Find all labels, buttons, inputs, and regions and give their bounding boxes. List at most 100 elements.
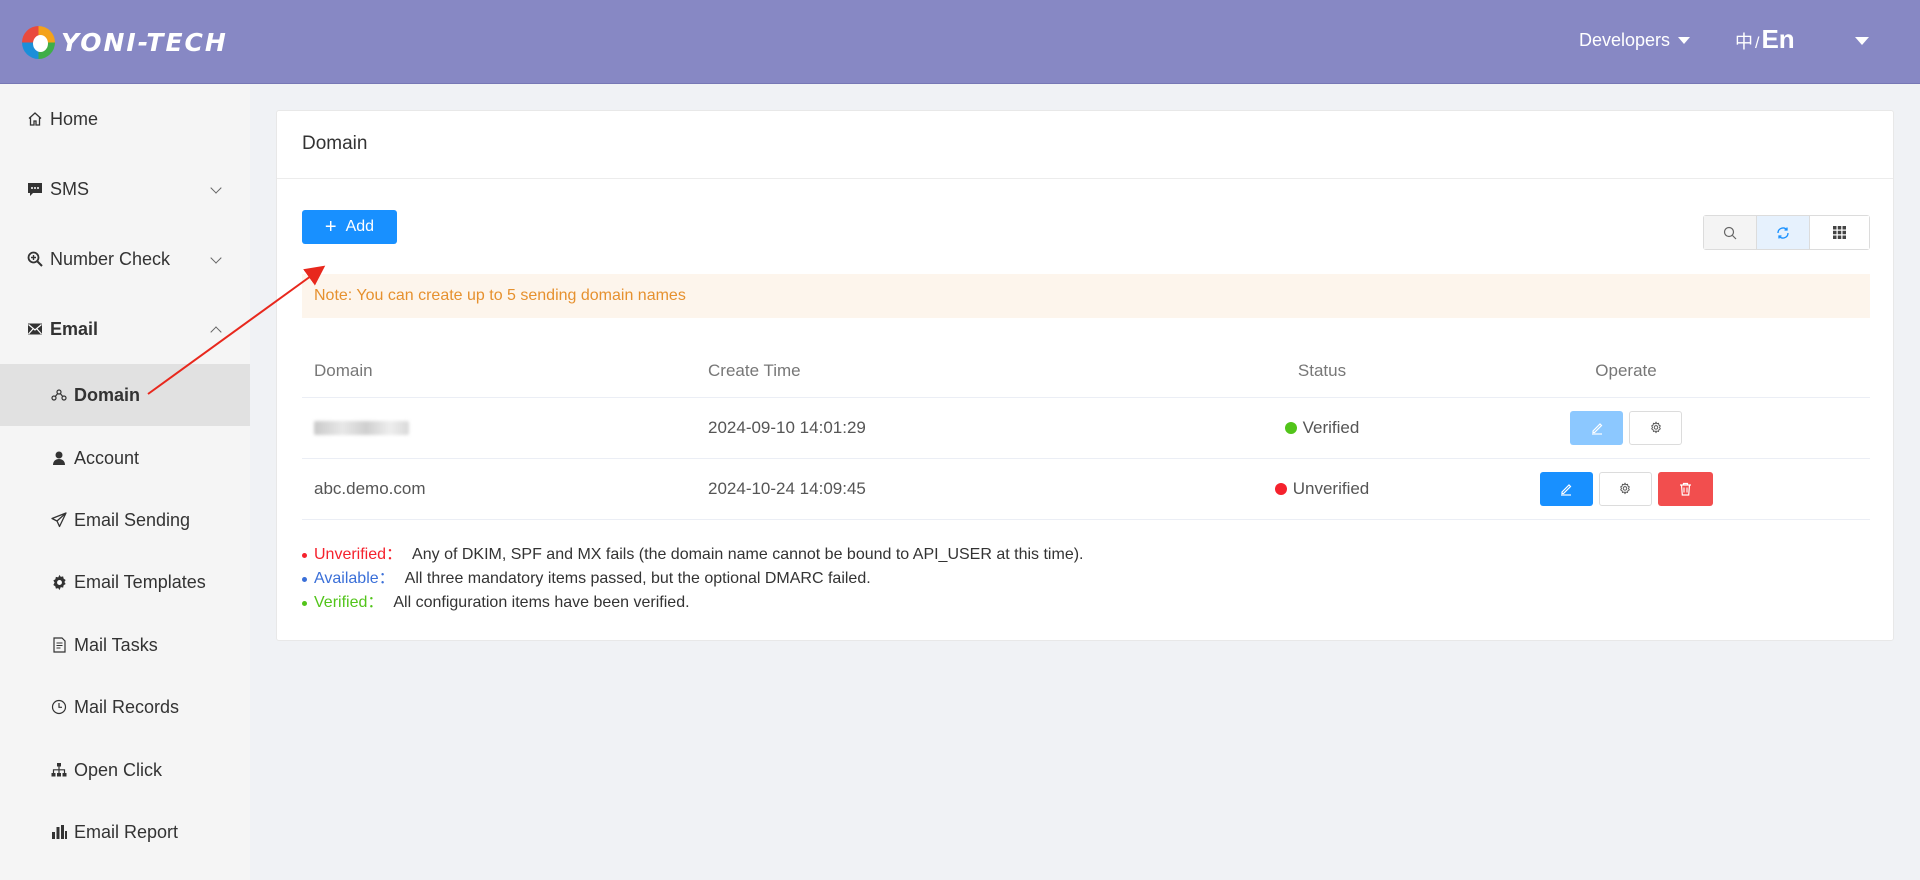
link-nodes-icon [48, 387, 70, 403]
sidebar: Home SMS Number Check Email Domain Accou… [0, 84, 250, 880]
column-header-domain: Domain [314, 360, 373, 380]
developers-label: Developers [1579, 30, 1671, 50]
sidebar-item-label: Email Templates [74, 571, 206, 592]
domain-cell: abc.demo.com [314, 479, 426, 498]
gear-icon [1650, 421, 1661, 434]
clock-icon [48, 699, 70, 715]
status-legend: Unverified： Any of DKIM, SPF and MX fail… [302, 543, 1083, 615]
sidebar-item-label: Email Sending [74, 509, 191, 530]
redacted-domain-text [314, 421, 409, 435]
delete-button[interactable] [1657, 472, 1713, 506]
chevron-down-icon [210, 252, 222, 264]
column-header-create-time: Create Time [708, 360, 801, 380]
lang-en[interactable]: En [1761, 24, 1794, 55]
table-toolbar [1703, 215, 1870, 250]
sidebar-item-label: Email Report [74, 821, 179, 842]
sidebar-item-sms[interactable]: SMS [0, 158, 250, 220]
home-icon [24, 111, 46, 127]
user-icon [48, 450, 70, 466]
sidebar-item-domain[interactable]: Domain [0, 364, 250, 426]
caret-down-icon [1678, 37, 1691, 44]
brand-logo-mark-icon [22, 25, 55, 59]
brand-name: YONI-TECH [61, 27, 228, 57]
settings-button[interactable] [1629, 411, 1682, 445]
sidebar-item-label: Number Check [50, 248, 171, 269]
legend-label: Available： [314, 570, 395, 587]
status-badge: Verified [1302, 418, 1360, 437]
legend-item-verified: Verified： All configuration items have b… [302, 591, 1083, 615]
plus-icon: + [324, 216, 337, 238]
domain-limit-note: Note: You can create up to 5 sending dom… [302, 274, 1870, 318]
zoom-check-icon [24, 251, 46, 267]
developers-dropdown[interactable]: Developers [1579, 30, 1691, 51]
chevron-up-icon [210, 326, 222, 338]
bar-chart-icon [48, 824, 70, 840]
user-menu-caret-icon[interactable] [1855, 37, 1869, 45]
domain-table: Domain Create Time Status Operate 2024-0… [302, 344, 1870, 520]
operate-cell [1382, 459, 1870, 519]
column-settings-button[interactable] [1810, 216, 1869, 249]
sidebar-item-mail-records[interactable]: Mail Records [0, 676, 250, 738]
table-row: abc.demo.com 2024-10-24 14:09:45 Unverif… [302, 459, 1870, 520]
edit-pen-icon [1561, 484, 1572, 496]
sidebar-item-email[interactable]: Email [0, 298, 250, 360]
gear-icon [48, 574, 70, 591]
legend-item-available: Available： All three mandatory items pas… [302, 567, 1083, 591]
sidebar-item-number-check[interactable]: Number Check [0, 228, 250, 290]
legend-text: All configuration items have been verifi… [393, 594, 690, 611]
lang-separator: / [1755, 35, 1760, 52]
legend-dot [302, 600, 307, 606]
status-badge: Unverified [1292, 479, 1370, 498]
send-icon [48, 512, 70, 528]
refresh-button[interactable] [1757, 216, 1810, 249]
search-toggle-button[interactable] [1704, 216, 1757, 249]
sidebar-item-open-click[interactable]: Open Click [0, 739, 250, 801]
table-row: 2024-09-10 14:01:29 Verified [302, 398, 1870, 459]
message-icon [24, 181, 46, 197]
legend-dot [302, 576, 307, 582]
legend-label: Verified： [314, 594, 384, 611]
trash-icon [1679, 482, 1691, 496]
language-switch[interactable]: 中 / En [1735, 24, 1795, 55]
legend-item-unverified: Unverified： Any of DKIM, SPF and MX fail… [302, 543, 1083, 567]
add-button-label: Add [345, 218, 375, 235]
sidebar-item-label: Mail Tasks [74, 634, 158, 655]
refresh-icon [1777, 226, 1789, 239]
create-time-cell: 2024-09-10 14:01:29 [708, 418, 866, 437]
task-doc-icon [48, 637, 70, 653]
domain-cell [314, 398, 409, 458]
grid-icon [1833, 226, 1846, 239]
sidebar-item-label: Open Click [74, 759, 163, 780]
sidebar-item-label: Email [50, 318, 99, 339]
sidebar-item-email-templates[interactable]: Email Templates [0, 551, 250, 613]
mail-icon [24, 322, 46, 336]
sidebar-item-email-sending[interactable]: Email Sending [0, 489, 250, 551]
create-time-cell: 2024-10-24 14:09:45 [708, 479, 866, 498]
sidebar-item-label: Home [50, 108, 99, 129]
add-domain-button[interactable]: + Add [302, 210, 397, 244]
edit-pen-icon [1591, 423, 1602, 435]
operate-cell [1382, 398, 1870, 458]
column-header-operate: Operate [1595, 360, 1657, 380]
sidebar-item-home[interactable]: Home [0, 88, 250, 150]
sidebar-item-email-report[interactable]: Email Report [0, 801, 250, 863]
brand-logo[interactable]: YONI-TECH [22, 25, 228, 59]
edit-button[interactable] [1539, 472, 1593, 506]
sidebar-item-label: Account [74, 447, 140, 468]
hierarchy-icon [48, 762, 70, 778]
edit-button[interactable] [1570, 411, 1623, 445]
sidebar-item-account[interactable]: Account [0, 427, 250, 489]
settings-button[interactable] [1598, 472, 1652, 506]
sidebar-item-label: SMS [50, 178, 90, 199]
legend-text: All three mandatory items passed, but th… [404, 570, 871, 587]
legend-label: Unverified： [314, 546, 403, 563]
sidebar-item-mail-tasks[interactable]: Mail Tasks [0, 614, 250, 676]
sidebar-item-label: Domain [74, 384, 141, 405]
lang-zh[interactable]: 中 [1735, 28, 1753, 54]
status-dot-unverified [1274, 483, 1287, 495]
sidebar-item-label: Mail Records [74, 696, 180, 717]
card-divider [277, 178, 1893, 179]
legend-dot [302, 552, 307, 558]
search-icon [1723, 226, 1737, 239]
top-header: YONI-TECH Developers 中 / En [0, 0, 1920, 84]
